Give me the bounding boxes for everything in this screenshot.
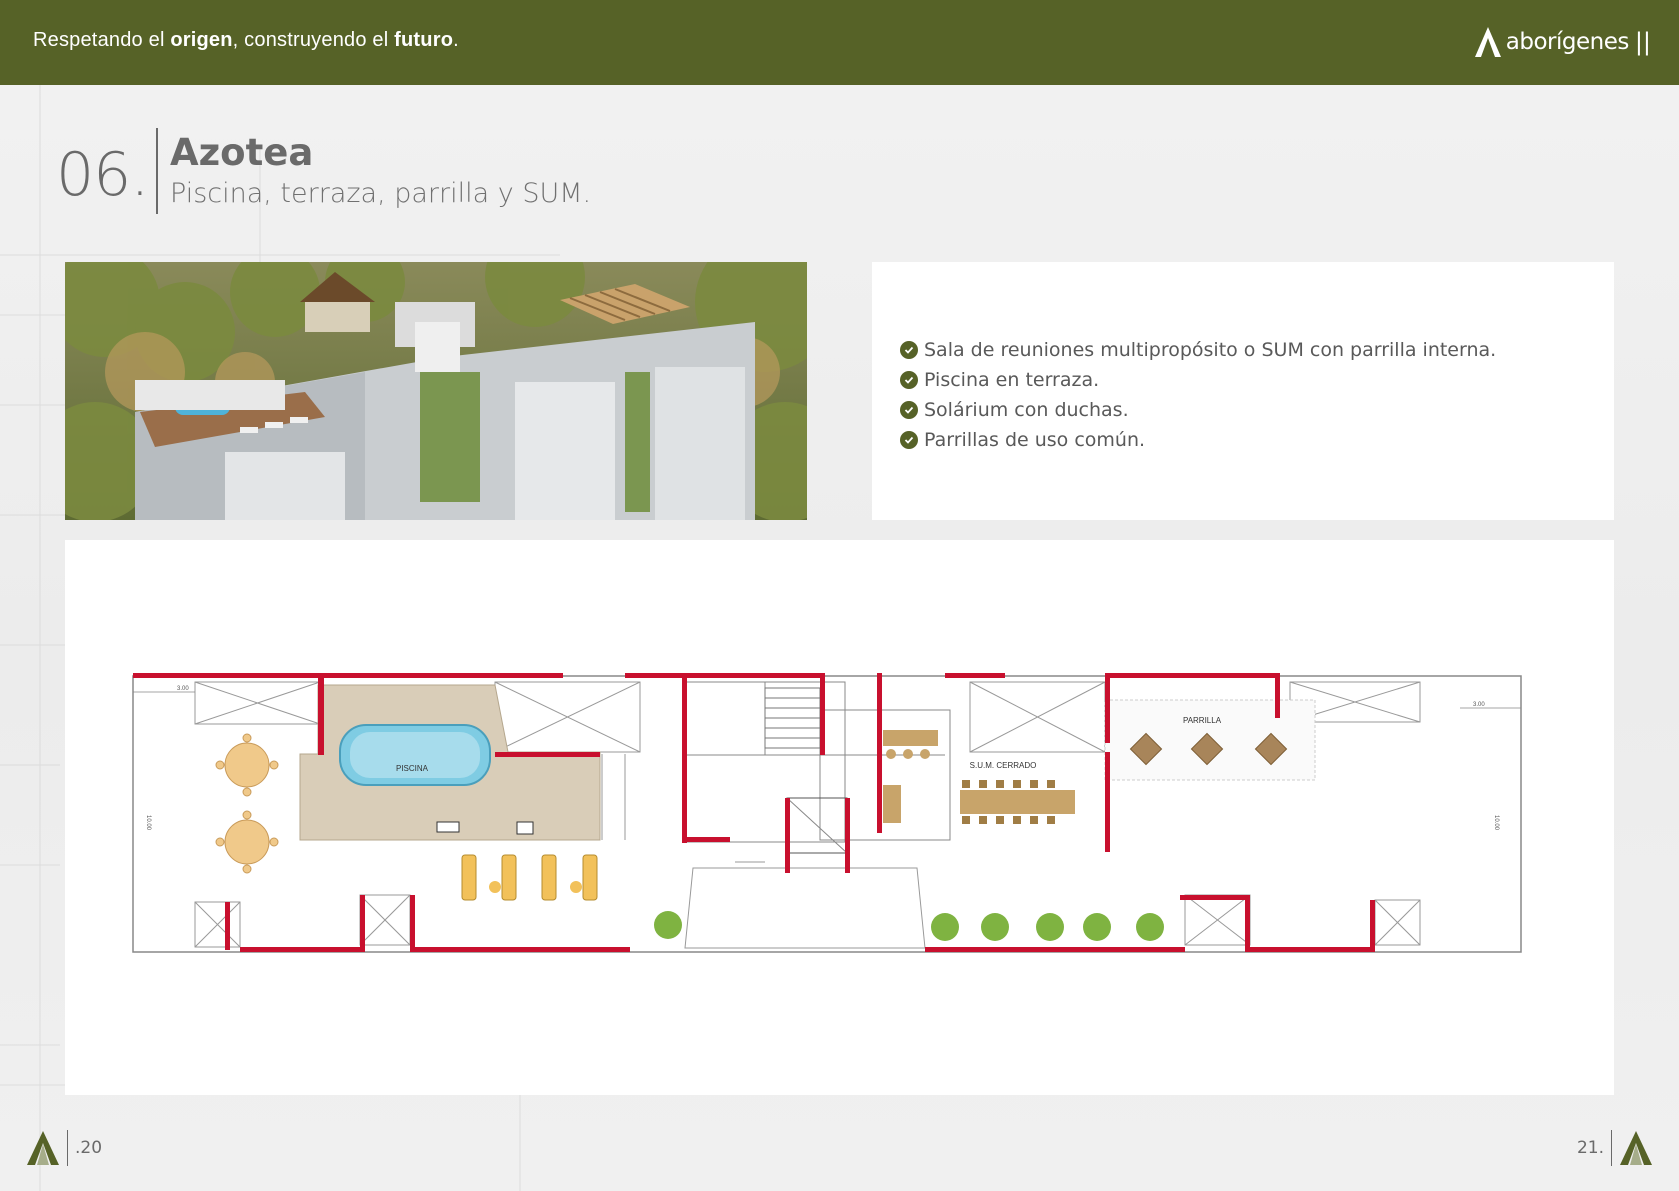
footer-divider xyxy=(67,1130,68,1166)
tagline-end: . xyxy=(453,29,459,51)
dim-right-height: 10.00 xyxy=(1493,815,1499,831)
tagline-bold-future: futuro xyxy=(394,29,454,51)
check-circle-icon xyxy=(900,401,918,419)
section-subtitle: Piscina, terraza, parrilla y SUM. xyxy=(170,178,592,209)
feature-text: Sala de reuniones multipropósito o SUM c… xyxy=(924,339,1497,361)
check-circle-icon xyxy=(900,431,918,449)
brand-name: aborígenes xyxy=(1505,29,1630,55)
dim-top-left: 3.00 xyxy=(177,686,189,692)
top-banner: Respetando el origen, construyendo el fu… xyxy=(0,0,1679,85)
check-circle-icon xyxy=(900,371,918,389)
brand-logo: aborígenes || xyxy=(1474,24,1651,60)
feature-item: Parrillas de uso común. xyxy=(900,425,1496,455)
brand-mark-icon xyxy=(27,1131,59,1165)
page-number-left: .20 xyxy=(75,1138,103,1158)
section-number: 06. xyxy=(56,140,149,210)
feature-item: Piscina en terraza. xyxy=(900,365,1496,395)
footer-left: .20 xyxy=(26,1130,102,1166)
rooftop-render-image xyxy=(65,262,807,520)
rooftop-render-illustration xyxy=(65,262,807,520)
feature-item: Solárium con duchas. xyxy=(900,395,1496,425)
brand-mark-icon xyxy=(1474,27,1501,57)
check-circle-icon xyxy=(900,341,918,359)
feature-list: Sala de reuniones multipropósito o SUM c… xyxy=(900,335,1496,455)
feature-item: Sala de reuniones multipropósito o SUM c… xyxy=(900,335,1496,365)
grill-label: PARRILLA xyxy=(1183,716,1222,725)
brand-mark-icon xyxy=(1620,1131,1652,1165)
section-title: Azotea xyxy=(170,131,314,174)
page-number-right: 21. xyxy=(1576,1138,1604,1158)
brand-suffix: || xyxy=(1634,28,1651,56)
tagline-text: Respetando el xyxy=(33,29,171,51)
floor-plan-panel: PISCINA S.U.M. CERRADO PARRILLA 3.00 3.0… xyxy=(65,540,1614,1095)
pool-label: PISCINA xyxy=(396,764,429,773)
tagline: Respetando el origen, construyendo el fu… xyxy=(33,29,459,52)
dim-top-right: 3.00 xyxy=(1473,702,1485,708)
tagline-text-mid: , construyendo el xyxy=(232,29,395,51)
feature-text: Piscina en terraza. xyxy=(924,369,1100,391)
floor-plan-drawing: PISCINA S.U.M. CERRADO PARRILLA 3.00 3.0… xyxy=(132,673,1522,953)
footer-divider xyxy=(1611,1130,1612,1166)
tagline-bold-origin: origen xyxy=(170,29,233,51)
sum-label: S.U.M. CERRADO xyxy=(970,761,1037,770)
section-divider xyxy=(156,128,158,214)
footer-right: 21. xyxy=(1577,1130,1653,1166)
dim-left-height: 10.00 xyxy=(145,815,151,831)
feature-text: Parrillas de uso común. xyxy=(924,429,1146,451)
feature-text: Solárium con duchas. xyxy=(924,399,1129,421)
